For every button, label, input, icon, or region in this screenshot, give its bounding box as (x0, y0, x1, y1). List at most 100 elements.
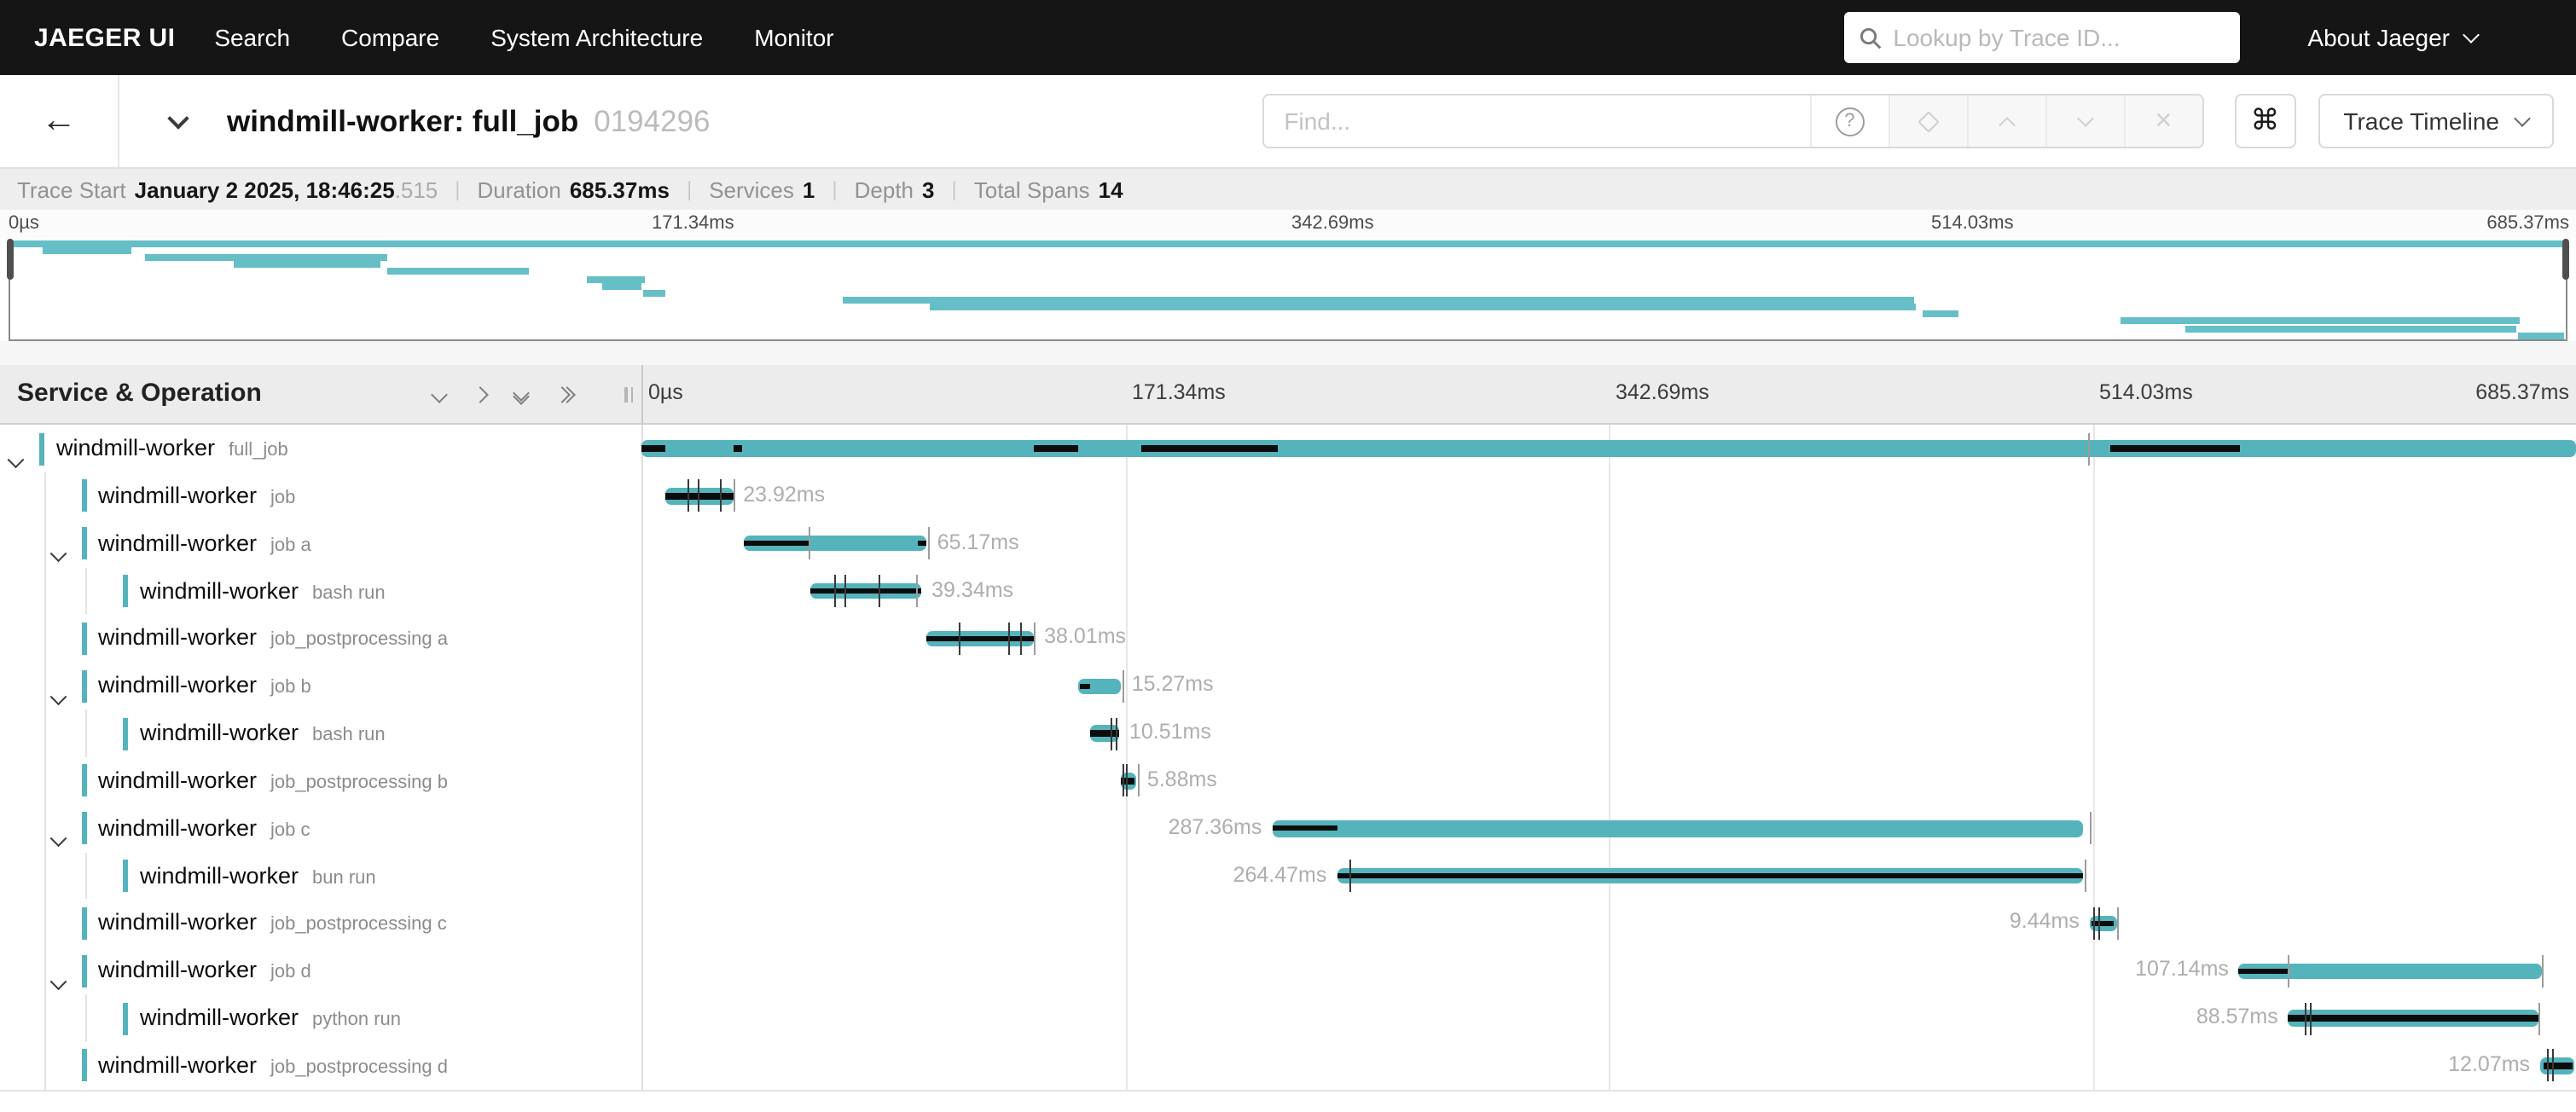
focus-matches-button[interactable] (1888, 96, 1966, 147)
minimap-axis: 0µs171.34ms342.69ms514.03ms685.37ms (0, 210, 2576, 239)
span-row[interactable]: windmill-workerjob_postprocessing b5.88m… (0, 757, 2576, 805)
span-name-cell[interactable]: windmill-workerjob d (0, 947, 641, 995)
span-timeline-cell[interactable] (641, 425, 2576, 472)
span-duration-label: 65.17ms (937, 519, 1019, 567)
span-timeline-cell[interactable]: 15.27ms (641, 662, 2576, 709)
span-row[interactable]: windmill-workerbash run10.51ms (0, 709, 2576, 757)
span-row[interactable]: windmill-workerjob b15.27ms (0, 662, 2576, 709)
span-timeline-cell[interactable]: 107.14ms (641, 947, 2576, 995)
span-row[interactable]: windmill-workerbash run39.34ms (0, 567, 2576, 615)
span-name-cell[interactable]: windmill-workerbun run (0, 852, 641, 900)
span-row[interactable]: windmill-workerjob_postprocessing a38.01… (0, 615, 2576, 663)
nav-item-compare[interactable]: Compare (341, 24, 439, 51)
span-row[interactable]: windmill-workerpython run88.57ms (0, 994, 2576, 1042)
log-tick (1021, 623, 1023, 655)
span-name-cell[interactable]: windmill-workerjob (0, 472, 641, 520)
span-timeline-cell[interactable]: 65.17ms (641, 519, 2576, 567)
column-divider (641, 365, 643, 423)
expand-one-button[interactable] (474, 388, 486, 400)
span-timeline-cell[interactable]: 5.88ms (641, 757, 2576, 805)
column-resize-grip[interactable] (624, 387, 633, 403)
service-name: windmill-worker (98, 815, 257, 841)
expand-all-button[interactable] (556, 388, 573, 400)
minimap-span-bar (2519, 333, 2564, 339)
span-name-cell[interactable]: windmill-workerpython run (0, 994, 641, 1042)
span-row[interactable]: windmill-workerjob d107.14ms (0, 947, 2576, 995)
span-name-cell[interactable]: windmill-workerjob a (0, 519, 641, 567)
span-duration-bar[interactable] (1272, 820, 2083, 837)
find-input[interactable] (1263, 96, 1809, 147)
span-timeline-cell[interactable]: 12.07ms (641, 1042, 2576, 1090)
span-timeline-cell[interactable]: 39.34ms (641, 567, 2576, 615)
span-name-cell[interactable]: windmill-workerfull_job (0, 425, 641, 472)
span-name: windmill-workerfull_job (56, 425, 288, 472)
app-logo[interactable]: JAEGER UI (34, 23, 175, 52)
collapse-one-button[interactable] (433, 388, 445, 400)
find-help-button[interactable]: ? (1809, 96, 1888, 147)
span-name-cell[interactable]: windmill-workerjob b (0, 662, 641, 709)
trace-lookup-box[interactable] (1843, 12, 2239, 63)
span-name-cell[interactable]: windmill-workerbash run (0, 709, 641, 757)
span-expander[interactable] (52, 536, 63, 567)
span-timeline-cell[interactable]: 9.44ms (641, 900, 2576, 947)
minimap-left-scrubber[interactable] (7, 239, 14, 280)
span-row[interactable]: windmill-workerjob a 65.17ms (0, 519, 2576, 567)
indent-guide (85, 567, 87, 615)
span-timeline-cell[interactable]: 264.47ms (641, 852, 2576, 900)
minimap-span-bar (1923, 311, 1958, 318)
service-color-bar (123, 860, 128, 892)
operation-name: job b (270, 677, 311, 698)
span-row[interactable]: windmill-workerbun run264.47ms (0, 852, 2576, 900)
span-boundary-tick (1123, 669, 1124, 702)
keyboard-shortcuts-button[interactable]: ⌘ (2234, 94, 2295, 148)
nav-item-system-architecture[interactable]: System Architecture (490, 24, 703, 51)
minimap-right-scrubber[interactable] (2562, 239, 2569, 280)
collapse-all-button[interactable] (515, 386, 527, 402)
trace-minimap[interactable] (9, 239, 2567, 341)
span-boundary-tick (927, 527, 929, 559)
span-timeline-cell[interactable]: 88.57ms (641, 994, 2576, 1042)
span-timeline-cell[interactable]: 23.92ms (641, 472, 2576, 520)
indent-guide (44, 852, 45, 900)
back-button[interactable]: ← (0, 75, 119, 167)
span-boundary-tick (2090, 813, 2092, 845)
span-name-cell[interactable]: windmill-workerjob_postprocessing a (0, 615, 641, 663)
about-jaeger-menu[interactable]: About Jaeger (2307, 24, 2477, 51)
service-name: windmill-worker (98, 910, 257, 935)
span-expander[interactable] (52, 822, 63, 853)
span-name-cell[interactable]: windmill-workerjob_postprocessing b (0, 757, 641, 805)
span-name-cell[interactable]: windmill-workerjob_postprocessing c (0, 900, 641, 947)
next-match-button[interactable] (2045, 96, 2123, 147)
nav-item-search[interactable]: Search (214, 24, 290, 51)
span-expander[interactable] (10, 442, 21, 472)
nav-item-monitor[interactable]: Monitor (754, 24, 833, 51)
span-row[interactable]: windmill-workerjob_postprocessing c9.44m… (0, 900, 2576, 947)
span-timeline-cell[interactable]: 38.01ms (641, 615, 2576, 663)
clear-find-button[interactable]: × (2123, 96, 2202, 147)
service-color-bar (81, 480, 86, 513)
span-timeline-cell[interactable]: 287.36ms (641, 805, 2576, 853)
span-row[interactable]: windmill-workerjob23.92ms (0, 472, 2576, 520)
critical-path-segment (1272, 825, 1337, 831)
span-name-cell[interactable]: windmill-workerbash run (0, 567, 641, 615)
span-timeline-cell[interactable]: 10.51ms (641, 709, 2576, 757)
trace-lookup-input[interactable] (1893, 24, 2224, 51)
span-name-cell[interactable]: windmill-workerjob_postprocessing d (0, 1042, 641, 1090)
span-name: windmill-workerjob c (98, 805, 310, 853)
span-row[interactable]: windmill-workerjob_postprocessing d12.07… (0, 1042, 2576, 1090)
operation-name: bash run (312, 582, 386, 603)
span-row[interactable]: windmill-workerfull_job (0, 425, 2576, 472)
span-expander[interactable] (52, 964, 63, 995)
span-name-cell[interactable]: windmill-workerjob c (0, 805, 641, 853)
span-row[interactable]: windmill-workerjob c 287.36ms (0, 805, 2576, 853)
span-duration-bar[interactable] (641, 441, 2576, 457)
log-tick (720, 480, 722, 513)
view-selector-dropdown[interactable]: Trace Timeline (2318, 94, 2554, 148)
back-arrow-icon: ← (41, 101, 77, 142)
span-duration-label: 287.36ms (1169, 805, 1262, 853)
prev-match-button[interactable] (1966, 96, 2045, 147)
operation-name: job (270, 488, 295, 508)
span-boundary-tick (1138, 765, 1140, 797)
trace-header-collapse-toggle[interactable] (171, 117, 186, 125)
span-expander[interactable] (52, 679, 63, 709)
